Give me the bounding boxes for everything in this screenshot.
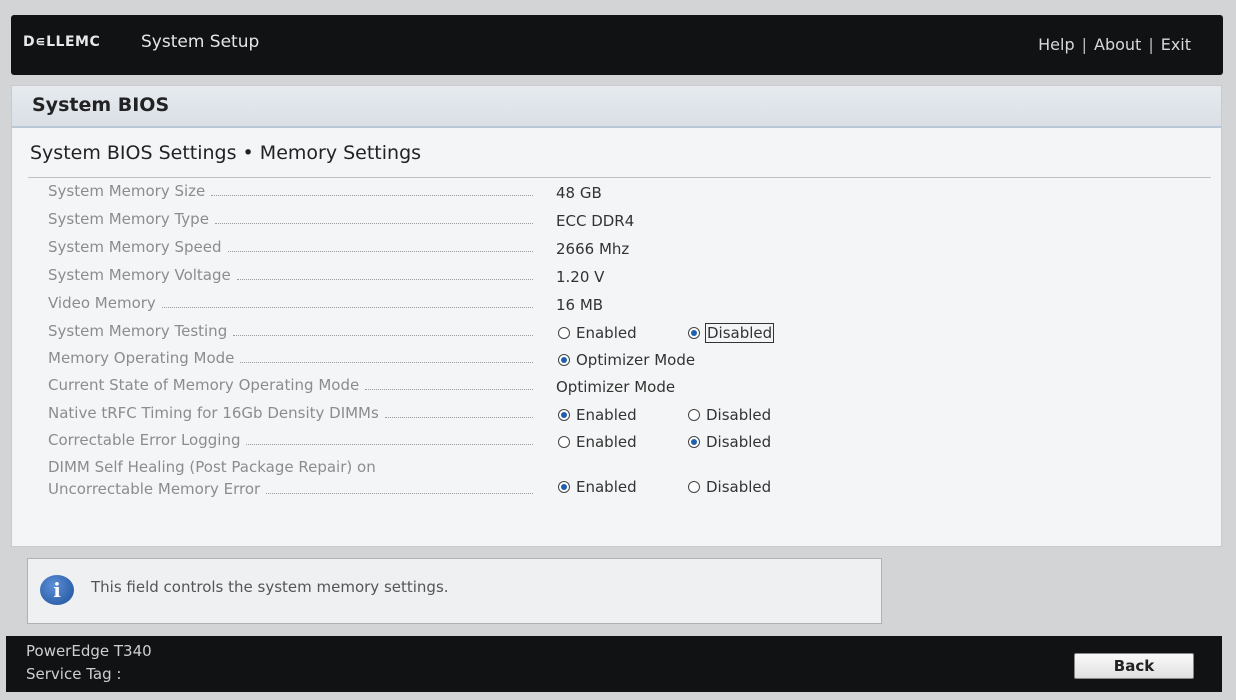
top-bar: D∊LLEMC System Setup Help | About | Exit — [11, 15, 1223, 75]
setting-label-line1: DIMM Self Healing (Post Package Repair) … — [48, 458, 376, 476]
trfc-disabled-radio[interactable]: Disabled — [688, 406, 771, 424]
setting-label: System Memory Size — [48, 182, 533, 200]
setting-row-dimm-self-healing[interactable]: DIMM Self Healing (Post Package Repair) … — [12, 458, 1221, 504]
setting-label: Uncorrectable Memory Error — [48, 480, 533, 498]
radio-selected-icon — [688, 327, 700, 339]
radio-unselected-icon — [688, 481, 700, 493]
section-title: System BIOS Settings • Memory Settings — [30, 142, 422, 164]
setting-value: 16 MB — [556, 296, 604, 314]
setting-row-video-memory[interactable]: Video Memory 16 MB — [12, 294, 1221, 318]
help-text: This field controls the system memory se… — [91, 578, 449, 596]
service-tag-label: Service Tag : — [26, 665, 122, 683]
error-logging-enabled-radio[interactable]: Enabled — [558, 433, 637, 451]
setting-label: Memory Operating Mode — [48, 349, 533, 367]
radio-selected-icon — [558, 409, 570, 421]
back-button[interactable]: Back — [1074, 653, 1194, 679]
setting-row-memory-speed[interactable]: System Memory Speed 2666 Mhz — [12, 238, 1221, 262]
setting-row-current-operating-mode[interactable]: Current State of Memory Operating Mode O… — [12, 376, 1221, 400]
radio-selected-icon — [558, 354, 570, 366]
footer-bar: PowerEdge T340 Service Tag : Back — [6, 636, 1222, 692]
setting-value: 2666 Mhz — [556, 240, 630, 258]
help-box: i This field controls the system memory … — [27, 558, 882, 624]
setting-label: System Memory Speed — [48, 238, 533, 256]
self-healing-enabled-radio[interactable]: Enabled — [558, 478, 637, 496]
link-separator: | — [1081, 35, 1087, 54]
radio-unselected-icon — [558, 436, 570, 448]
radio-selected-icon — [688, 436, 700, 448]
setting-label: System Memory Testing — [48, 322, 533, 340]
panel-title: System BIOS — [32, 94, 170, 116]
memory-testing-disabled-radio[interactable]: Disabled — [688, 323, 775, 343]
setting-row-memory-operating-mode[interactable]: Memory Operating Mode Optimizer Mode — [12, 349, 1221, 373]
setting-value: ECC DDR4 — [556, 212, 635, 230]
setting-row-native-trfc-timing[interactable]: Native tRFC Timing for 16Gb Density DIMM… — [12, 404, 1221, 428]
setting-label: Native tRFC Timing for 16Gb Density DIMM… — [48, 404, 533, 422]
radio-unselected-icon — [558, 327, 570, 339]
radio-selected-icon — [558, 481, 570, 493]
memory-testing-enabled-radio[interactable]: Enabled — [558, 324, 637, 342]
about-link[interactable]: About — [1094, 35, 1141, 54]
setting-label: Video Memory — [48, 294, 533, 312]
setting-row-memory-size[interactable]: System Memory Size 48 GB — [12, 182, 1221, 206]
bios-panel: System BIOS System BIOS Settings • Memor… — [11, 85, 1222, 547]
setting-row-memory-testing[interactable]: System Memory Testing Enabled Disabled — [12, 322, 1221, 346]
setting-row-correctable-error-logging[interactable]: Correctable Error Logging Enabled Disabl… — [12, 431, 1221, 455]
panel-header: System BIOS — [12, 86, 1221, 128]
setting-label: Current State of Memory Operating Mode — [48, 376, 533, 394]
app-title: System Setup — [141, 32, 260, 52]
setting-row-memory-type[interactable]: System Memory Type ECC DDR4 — [12, 210, 1221, 234]
setting-row-memory-voltage[interactable]: System Memory Voltage 1.20 V — [12, 266, 1221, 290]
error-logging-disabled-radio[interactable]: Disabled — [688, 433, 771, 451]
radio-unselected-icon — [688, 409, 700, 421]
exit-link[interactable]: Exit — [1161, 35, 1191, 54]
help-link[interactable]: Help — [1038, 35, 1074, 54]
setting-label: System Memory Voltage — [48, 266, 533, 284]
setting-value: 1.20 V — [556, 268, 605, 286]
self-healing-disabled-radio[interactable]: Disabled — [688, 478, 771, 496]
system-model: PowerEdge T340 — [26, 642, 152, 660]
link-separator: | — [1148, 35, 1154, 54]
section-divider — [28, 177, 1211, 178]
setting-value: 48 GB — [556, 184, 602, 202]
setting-label: Correctable Error Logging — [48, 431, 533, 449]
setting-label: System Memory Type — [48, 210, 533, 228]
dell-emc-logo: D∊LLEMC — [23, 34, 101, 50]
top-links: Help | About | Exit — [1038, 35, 1191, 54]
optimizer-mode-radio[interactable]: Optimizer Mode — [558, 351, 695, 369]
setting-value: Optimizer Mode — [556, 378, 676, 396]
trfc-enabled-radio[interactable]: Enabled — [558, 406, 637, 424]
info-icon: i — [40, 575, 74, 605]
